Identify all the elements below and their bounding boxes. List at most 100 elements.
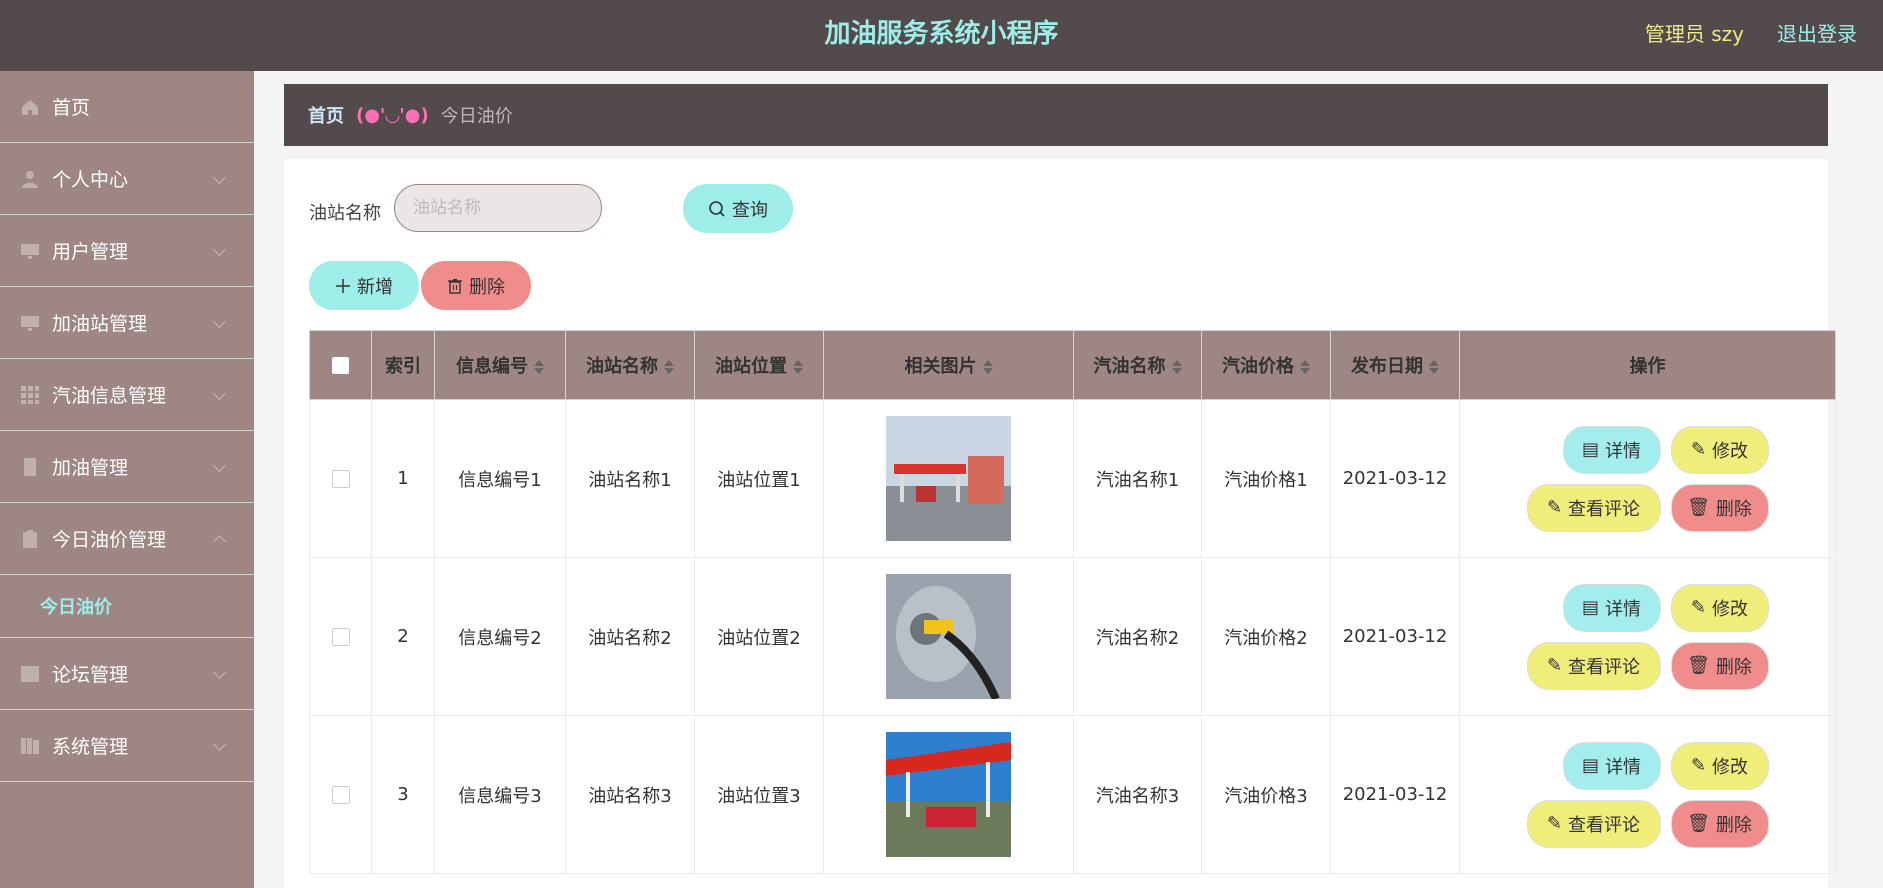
cell-actions: ▤ 详情 ✎ 修改 ✎ 查看评论 🗑 删除 [1459, 557, 1836, 716]
sort-icon[interactable] [534, 360, 544, 374]
cell-info-no: 信息编号3 [434, 715, 566, 874]
admin-label: 管理员 szy [1644, 22, 1744, 46]
trash-icon: 🗑 [1687, 655, 1710, 676]
detail-button[interactable]: ▤ 详情 [1562, 425, 1661, 474]
sort-icon[interactable] [793, 360, 803, 374]
view-comments-button[interactable]: ✎ 查看评论 [1526, 483, 1661, 532]
row-delete-button[interactable]: 🗑 删除 [1670, 799, 1769, 848]
sort-icon[interactable] [664, 360, 674, 374]
row-delete-button[interactable]: 🗑 删除 [1670, 641, 1769, 690]
cell-gas-name: 汽油名称3 [1073, 715, 1202, 874]
chevron-down-icon [213, 459, 226, 472]
row-checkbox[interactable] [331, 628, 350, 646]
cell-image [823, 557, 1074, 716]
chevron-up-icon [213, 535, 226, 548]
row-checkbox[interactable] [331, 786, 350, 804]
sidebar-item-station-management[interactable]: 加油站管理 [0, 287, 254, 359]
detail-button[interactable]: ▤ 详情 [1562, 583, 1661, 632]
sort-icon[interactable] [1300, 360, 1310, 374]
logout-button[interactable]: 退出登录 [1777, 0, 1857, 68]
sidebar-item-gas-info-management[interactable]: 汽油信息管理 [0, 359, 254, 431]
row-actions: ▤ 详情 ✎ 修改 ✎ 查看评论 🗑 删除 [1460, 425, 1835, 532]
view-comments-button-label: 查看评论 [1568, 814, 1641, 836]
row-checkbox[interactable] [331, 470, 350, 488]
monitor-icon [21, 243, 39, 259]
sort-icon[interactable] [1171, 360, 1182, 374]
edit-button[interactable]: ✎ 修改 [1670, 425, 1769, 474]
gas-station-image[interactable] [886, 416, 1011, 541]
column-header-actions: 操作 [1459, 330, 1836, 400]
sidebar-item-label: 系统管理 [52, 736, 129, 758]
edit-button[interactable]: ✎ 修改 [1670, 583, 1769, 632]
top-bar: 加油服务系统小程序 管理员 szy 退出登录 [0, 0, 1883, 71]
sidebar-item-user-management[interactable]: 用户管理 [0, 215, 254, 287]
cell-info-no: 信息编号1 [434, 399, 566, 558]
cell-image [823, 715, 1074, 874]
chevron-down-icon [213, 666, 226, 679]
view-comments-button[interactable]: ✎ 查看评论 [1526, 799, 1661, 848]
sort-icon[interactable] [1429, 360, 1439, 374]
document-icon [24, 457, 36, 476]
column-header-index: 索引 [371, 330, 435, 400]
column-header-label: 油站名称 [586, 356, 658, 377]
breadcrumb: 首页 (●'◡'●) 今日油价 [284, 84, 1828, 146]
folder-icon [21, 737, 39, 754]
sidebar-item-label: 加油站管理 [52, 313, 148, 335]
detail-button-label: 详情 [1605, 598, 1641, 620]
pencil-icon: ✎ [1690, 755, 1707, 776]
column-header-info-no[interactable]: 信息编号 [434, 330, 566, 400]
column-header-image[interactable]: 相关图片 [823, 330, 1074, 400]
column-header-label: 油站位置 [715, 356, 787, 377]
document-icon: ▤ [1581, 755, 1599, 776]
main-area: 首页 (●'◡'●) 今日油价 油站名称 查询 新增 删除 索 [254, 71, 1883, 888]
column-header-gas-price[interactable]: 汽油价格 [1201, 330, 1331, 400]
column-header-date[interactable]: 发布日期 [1330, 330, 1460, 400]
search-icon [709, 200, 725, 217]
delete-button-label: 删除 [469, 276, 505, 298]
row-select-cell [309, 715, 372, 874]
sidebar-item-system-management[interactable]: 系统管理 [0, 710, 254, 782]
cell-station-name: 油站名称3 [565, 715, 695, 874]
gas-station-image[interactable] [886, 732, 1011, 857]
select-all-checkbox[interactable] [332, 357, 349, 374]
add-button[interactable]: 新增 [309, 261, 419, 310]
query-button[interactable]: 查询 [683, 184, 793, 233]
cell-index: 1 [371, 399, 435, 558]
sidebar-item-today-price-management[interactable]: 今日油价管理 [0, 503, 254, 575]
row-delete-button-label: 删除 [1715, 814, 1752, 836]
station-name-search-input[interactable] [394, 184, 602, 232]
table-header-row: 索引 信息编号 油站名称 油站位置 相关图片 汽油名称 汽油价格 发布日期 操作 [309, 330, 1836, 400]
batch-delete-button[interactable]: 删除 [421, 261, 531, 310]
breadcrumb-current: 今日油价 [440, 106, 513, 127]
detail-button[interactable]: ▤ 详情 [1562, 741, 1661, 790]
cell-gas-price: 汽油价格1 [1201, 399, 1331, 558]
sidebar-item-home[interactable]: 首页 [0, 71, 254, 143]
chevron-down-icon [213, 243, 226, 256]
user-icon [22, 170, 38, 188]
sidebar-subitem-today-price[interactable]: 今日油价 [0, 575, 254, 638]
column-header-station-location[interactable]: 油站位置 [694, 330, 824, 400]
sidebar-item-refuel-management[interactable]: 加油管理 [0, 431, 254, 503]
column-header-label: 信息编号 [456, 356, 528, 377]
view-comments-button[interactable]: ✎ 查看评论 [1526, 641, 1661, 690]
query-button-label: 查询 [732, 199, 768, 221]
row-delete-button[interactable]: 🗑 删除 [1670, 483, 1769, 532]
detail-button-label: 详情 [1605, 440, 1641, 462]
chevron-down-icon [213, 171, 226, 184]
sidebar-item-label: 汽油信息管理 [52, 385, 167, 407]
edit-button[interactable]: ✎ 修改 [1670, 741, 1769, 790]
breadcrumb-home[interactable]: 首页 [308, 102, 344, 128]
sidebar-item-forum-management[interactable]: 论坛管理 [0, 638, 254, 710]
chevron-down-icon [213, 387, 226, 400]
sidebar: 首页 个人中心 用户管理 加油站管理 汽油信息管理 加油管理 今日油价管理 今日… [0, 71, 254, 888]
monitor-icon [21, 315, 39, 331]
sort-icon[interactable] [982, 360, 993, 374]
column-header-station-name[interactable]: 油站名称 [565, 330, 695, 400]
cell-date: 2021-03-12 [1330, 557, 1460, 716]
sidebar-item-personal-center[interactable]: 个人中心 [0, 143, 254, 215]
row-delete-button-label: 删除 [1715, 498, 1752, 520]
trash-icon [448, 278, 462, 294]
fuel-nozzle-image[interactable] [886, 574, 1011, 699]
select-all-header [309, 330, 372, 400]
column-header-gas-name[interactable]: 汽油名称 [1073, 330, 1202, 400]
